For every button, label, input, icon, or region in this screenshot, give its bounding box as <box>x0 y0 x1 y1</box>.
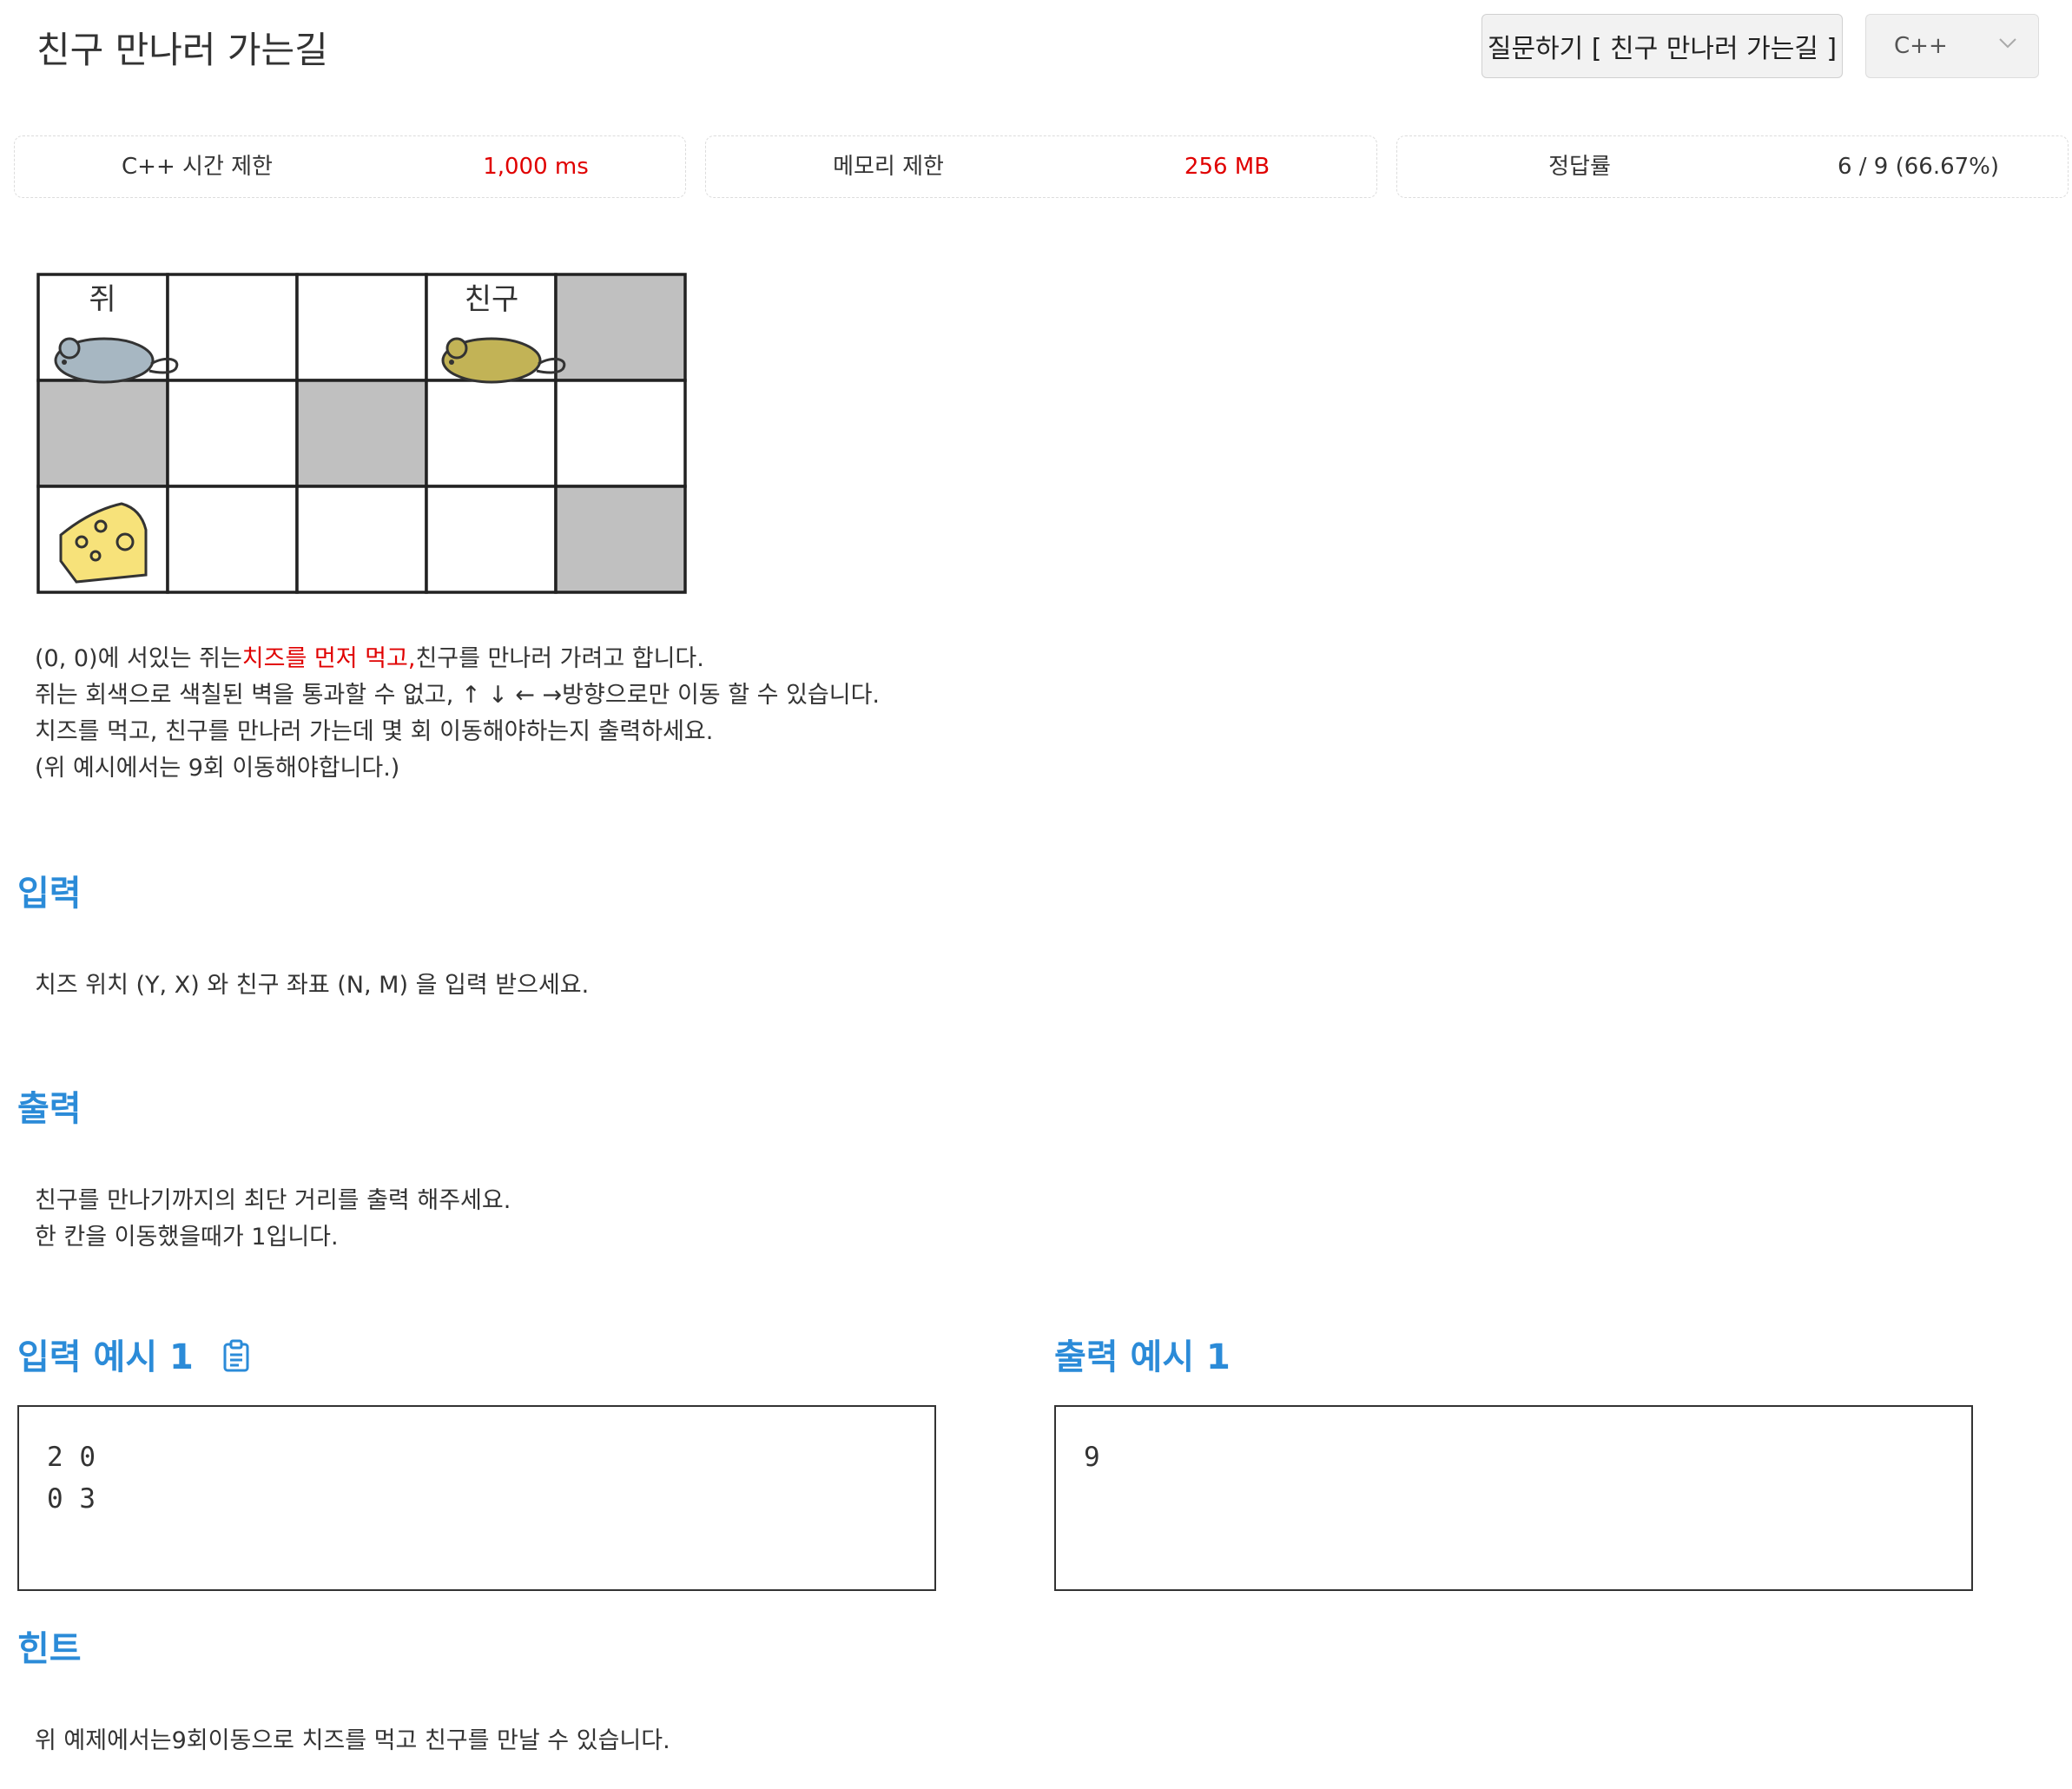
grid-wall-cell <box>554 273 687 382</box>
time-limit-card: C++ 시간 제한 1,000 ms <box>14 135 686 198</box>
grid-wall-cell <box>295 379 428 488</box>
time-limit-label: C++ 시간 제한 <box>122 154 273 180</box>
grid-cell <box>166 485 299 594</box>
mouse-label: 쥐 <box>89 282 115 317</box>
grid-cell <box>425 485 558 594</box>
memory-limit-label: 메모리 제한 <box>833 154 944 180</box>
hint-heading: 힌트 <box>17 1629 82 1669</box>
description-line-1: (0, 0)에 서있는 쥐는치즈를 먼저 먹고,친구를 만나러 가려고 합니다. <box>35 645 704 672</box>
grid-cell <box>295 485 428 594</box>
input-example-line-1: 2 0 <box>47 1442 96 1473</box>
grid-cell <box>554 379 687 488</box>
ask-question-button[interactable]: 질문하기 [ 친구 만나러 가는길 ] <box>1481 14 1843 78</box>
input-heading: 입력 <box>17 874 82 914</box>
description-highlight: 치즈를 먼저 먹고, <box>241 645 416 672</box>
chevron-down-icon <box>1999 38 2016 49</box>
accuracy-value: 6 / 9 (66.67%) <box>1837 154 2000 180</box>
output-description-line-1: 친구를 만나기까지의 최단 거리를 출력 해주세요. <box>35 1187 511 1214</box>
description-line-3: 치즈를 먹고, 친구를 만나러 가는데 몇 회 이동해야하는지 출력하세요. <box>35 718 714 745</box>
problem-figure: 쥐 친구 <box>36 273 687 594</box>
description-line-2: 쥐는 회색으로 색칠된 벽을 통과할 수 없고, ↑ ↓ ← →방향으로만 이동… <box>35 682 881 709</box>
output-example-box: 9 <box>1054 1405 1973 1591</box>
hint-text: 위 예제에서는9회이동으로 치즈를 먹고 친구를 만날 수 있습니다. <box>35 1727 670 1754</box>
grid-cell <box>166 379 299 488</box>
grid-wall-cell <box>36 379 169 488</box>
description-line-4: (위 예시에서는 9회 이동해야합니다.) <box>35 755 400 782</box>
accuracy-card: 정답률 6 / 9 (66.67%) <box>1396 135 2069 198</box>
language-selected-value: C++ <box>1894 33 1948 59</box>
memory-limit-card: 메모리 제한 256 MB <box>705 135 1377 198</box>
input-description: 치즈 위치 (Y, X) 와 친구 좌표 (N, M) 을 입력 받으세요. <box>35 972 590 999</box>
input-example-line-2: 0 3 <box>47 1483 96 1515</box>
problem-description: (0, 0)에 서있는 쥐는치즈를 먼저 먹고,친구를 만나러 가려고 합니다.… <box>35 641 880 787</box>
output-example-heading: 출력 예시 1 <box>1054 1337 1231 1377</box>
clipboard-icon[interactable] <box>221 1339 251 1372</box>
grid-cell <box>425 379 558 488</box>
language-select[interactable]: C++ <box>1865 14 2039 78</box>
output-description: 친구를 만나기까지의 최단 거리를 출력 해주세요. 한 칸을 이동했을때가 1… <box>35 1183 511 1256</box>
grid-cell <box>295 273 428 382</box>
memory-limit-value: 256 MB <box>1184 154 1270 180</box>
output-example-line-1: 9 <box>1084 1442 1100 1473</box>
friend-label: 친구 <box>465 282 519 317</box>
input-example-heading: 입력 예시 1 <box>17 1329 251 1379</box>
time-limit-value: 1,000 ms <box>483 154 589 180</box>
input-example-box: 2 00 3 <box>17 1405 936 1591</box>
page-title: 친구 만나러 가는길 <box>36 29 328 71</box>
output-description-line-2: 한 칸을 이동했을때가 1입니다. <box>35 1224 339 1251</box>
output-heading: 출력 <box>17 1089 82 1129</box>
grid-wall-cell <box>554 485 687 594</box>
accuracy-label: 정답률 <box>1548 154 1611 180</box>
grid-cell <box>166 273 299 382</box>
